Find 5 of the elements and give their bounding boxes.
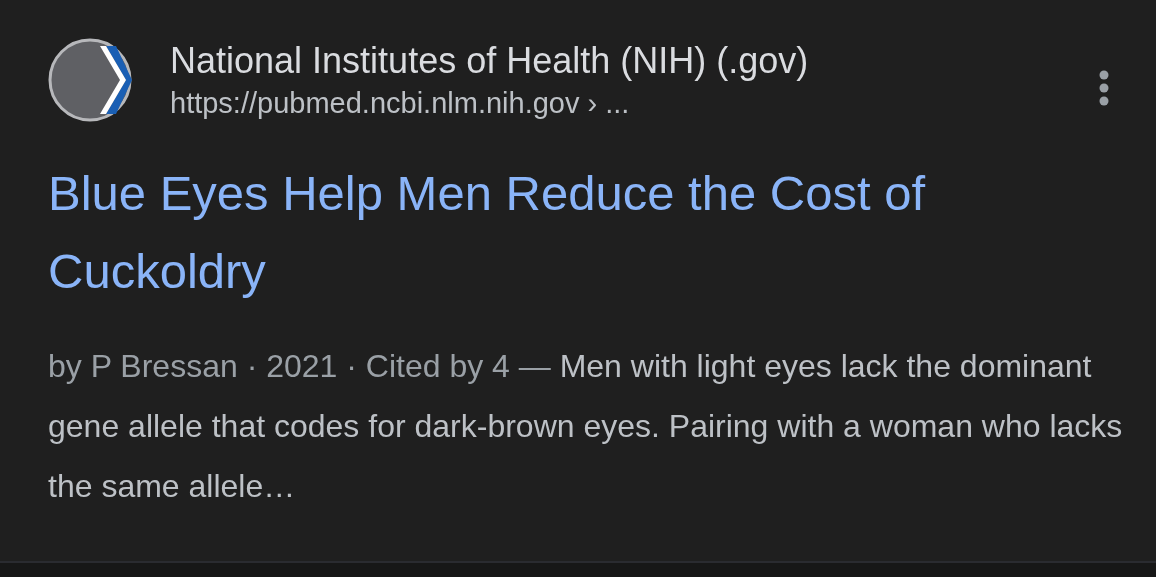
snippet: by P Bressan · 2021 · Cited by 4 — Men with light eyes lack the dominant gene allele that codes for dark-brown eyes. Pairing with a woman who lacks the same allele… xyxy=(48,347,1124,506)
url: https://pubmed.ncbi.nlm.nih.gov › ... xyxy=(170,86,631,121)
logo-icon xyxy=(48,38,132,122)
result-title-link[interactable]: Blue Eyes Help Men Reduce the Cost of Cuckoldry xyxy=(48,154,1138,310)
site-name: National Institutes of Health (NIH) (.gov) xyxy=(170,39,809,83)
